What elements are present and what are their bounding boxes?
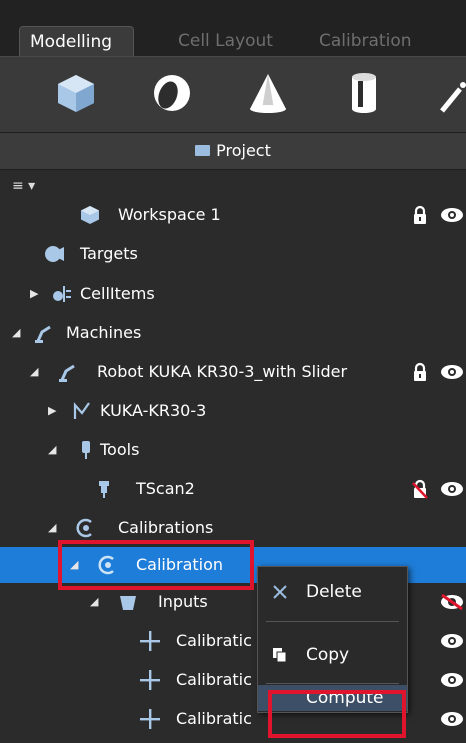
eye-icon[interactable] bbox=[440, 672, 464, 688]
wand-tool-button[interactable] bbox=[436, 69, 466, 117]
menu-separator bbox=[266, 621, 399, 622]
cube-icon bbox=[58, 75, 94, 112]
tree-item-targets[interactable]: Targets bbox=[0, 236, 466, 272]
calibration-icon bbox=[76, 518, 92, 538]
close-icon bbox=[273, 585, 287, 599]
expand-arrow-icon[interactable]: ▶ bbox=[48, 393, 56, 429]
plus-icon bbox=[140, 670, 160, 690]
collapse-arrow-icon[interactable]: ◢ bbox=[48, 510, 56, 546]
tree-item-tscan2[interactable]: TScan2 bbox=[0, 471, 466, 507]
sphere-icon bbox=[154, 75, 190, 111]
lock-disabled-icon[interactable] bbox=[412, 479, 428, 499]
sphere-tool-button[interactable] bbox=[148, 69, 196, 117]
plus-icon bbox=[140, 709, 160, 729]
highlight-box-compute bbox=[268, 690, 406, 738]
tree-item-label: KUKA-KR30-3 bbox=[100, 401, 207, 420]
cube-icon bbox=[81, 206, 99, 224]
tree-item-workspace[interactable]: Workspace 1 bbox=[0, 197, 466, 233]
kinematics-icon bbox=[73, 402, 90, 419]
menu-item-label: Copy bbox=[306, 645, 350, 665]
tool-icon bbox=[82, 441, 90, 459]
folder-icon bbox=[195, 145, 211, 156]
cylinder-tool-button[interactable] bbox=[340, 69, 388, 117]
collapse-arrow-icon[interactable]: ◢ bbox=[90, 584, 98, 620]
tree-item-robot-kuka[interactable]: ◢ Robot KUKA KR30-3_with Slider bbox=[0, 354, 466, 390]
tree-item-label: Robot KUKA KR30-3_with Slider bbox=[97, 362, 348, 381]
project-panel-header: Project bbox=[0, 132, 466, 170]
cone-icon bbox=[250, 74, 286, 113]
tree-item-machines[interactable]: ◢ Machines bbox=[0, 315, 466, 351]
collapse-arrow-icon[interactable]: ◢ bbox=[12, 315, 20, 351]
robot-arm-icon bbox=[35, 325, 51, 343]
collapse-arrow-icon[interactable]: ◢ bbox=[30, 354, 38, 390]
expand-arrow-icon[interactable]: ▶ bbox=[30, 276, 38, 312]
tree-item-label: TScan2 bbox=[136, 479, 195, 498]
cone-tool-button[interactable] bbox=[244, 69, 292, 117]
tab-bar: Modelling Cell Layout Calibration bbox=[0, 0, 466, 58]
tab-cell-layout[interactable]: Cell Layout bbox=[168, 26, 283, 58]
cylinder-icon bbox=[352, 73, 376, 113]
wand-icon bbox=[440, 82, 466, 113]
inputs-icon bbox=[120, 596, 136, 610]
tree-item-label: Machines bbox=[66, 323, 142, 342]
eye-icon[interactable] bbox=[440, 481, 464, 497]
cell-items-icon bbox=[53, 286, 71, 302]
eye-icon[interactable] bbox=[440, 711, 464, 727]
eye-icon[interactable] bbox=[440, 364, 464, 380]
tab-modelling[interactable]: Modelling bbox=[19, 26, 134, 58]
modelling-toolbar bbox=[0, 56, 466, 133]
app-window: Modelling Cell Layout Calibration Projec… bbox=[0, 0, 466, 743]
menu-separator bbox=[266, 683, 399, 684]
tree-item-label: Inputs bbox=[158, 592, 208, 611]
target-icon bbox=[45, 246, 64, 262]
tree-item-label: Calibratic bbox=[176, 670, 252, 689]
tree-item-label: Tools bbox=[100, 440, 140, 459]
lock-icon[interactable] bbox=[412, 205, 428, 225]
eye-hidden-icon[interactable] bbox=[440, 594, 464, 610]
tree-item-cellitems[interactable]: ▶ CellItems bbox=[0, 276, 466, 312]
tree-item-label: CellItems bbox=[80, 284, 155, 303]
tree-menu-button[interactable]: ≡ ▾ bbox=[12, 178, 35, 194]
tree-item-label: Calibratic bbox=[176, 631, 252, 650]
eye-icon[interactable] bbox=[440, 633, 464, 649]
project-title: Project bbox=[216, 141, 271, 160]
plus-icon bbox=[140, 631, 160, 651]
tree-item-kuka-kr30[interactable]: ▶ KUKA-KR30-3 bbox=[0, 393, 466, 429]
robot-arm-icon bbox=[59, 364, 75, 382]
collapse-arrow-icon[interactable]: ◢ bbox=[48, 432, 56, 468]
eye-icon[interactable] bbox=[440, 207, 464, 223]
tab-calibration[interactable]: Calibration bbox=[309, 26, 422, 58]
cube-tool-button[interactable] bbox=[52, 69, 100, 117]
tree-item-tools[interactable]: ◢ Tools bbox=[0, 432, 466, 468]
scanner-icon bbox=[99, 481, 109, 498]
tree-item-label: Targets bbox=[80, 244, 138, 263]
delete-menu-item[interactable]: Delete bbox=[258, 572, 407, 612]
tree-item-label: Workspace 1 bbox=[118, 205, 221, 224]
lock-icon[interactable] bbox=[412, 362, 428, 382]
menu-item-label: Delete bbox=[306, 582, 362, 602]
copy-menu-item[interactable]: Copy bbox=[258, 635, 407, 675]
tree-item-label: Calibratic bbox=[176, 709, 252, 728]
highlight-box-calibration bbox=[58, 540, 254, 590]
copy-icon bbox=[273, 648, 287, 663]
